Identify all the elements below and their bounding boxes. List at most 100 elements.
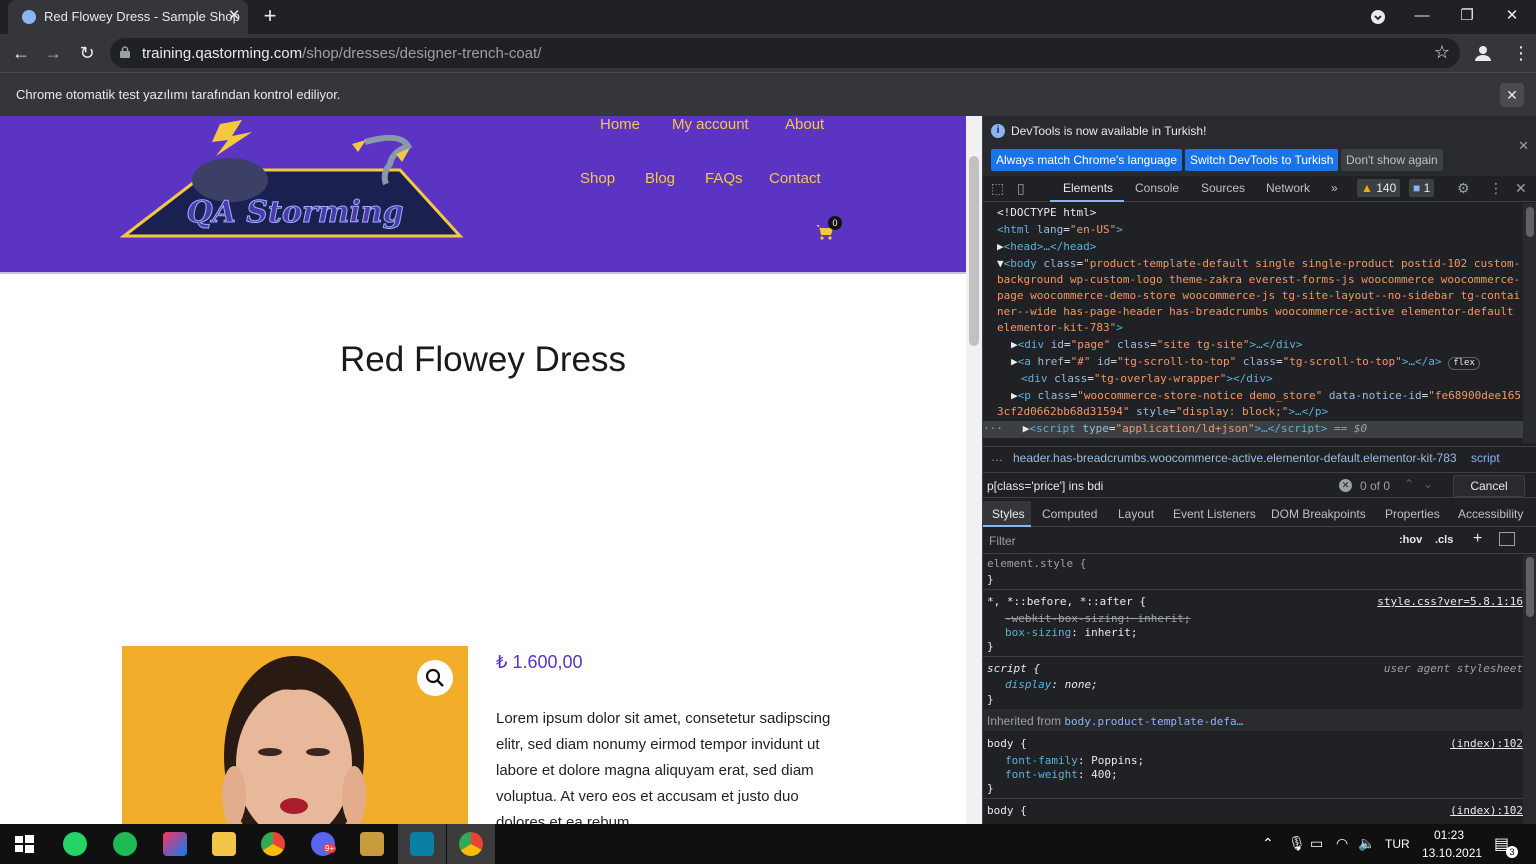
settings-gear-icon[interactable]: ⚙ [1457, 180, 1470, 197]
source-link-index-1[interactable]: (index):102 [1450, 737, 1523, 750]
rule-body-1[interactable]: body { [987, 737, 1027, 750]
discord-icon[interactable]: 9+ [311, 832, 337, 856]
intellij-icon[interactable] [163, 832, 187, 856]
wifi-icon[interactable]: ◠ [1336, 835, 1348, 852]
device-toggle-icon[interactable]: ▯ [1017, 180, 1025, 197]
menu-kebab-icon[interactable]: ⋮ [1508, 40, 1534, 66]
dom-node-body[interactable]: ▼<body class="product-template-default s… [997, 256, 1520, 273]
dom-node-script-selected[interactable]: ··· ▶<script type="application/ld+json">… [983, 421, 1523, 438]
source-link-index-2[interactable]: (index):102 [1450, 804, 1523, 817]
prop-font-family[interactable]: font-family: Poppins; [1005, 754, 1144, 767]
tab-elements[interactable]: Elements [1063, 181, 1113, 195]
subtab-event-listeners[interactable]: Event Listeners [1173, 507, 1256, 521]
windows-start-icon[interactable] [12, 832, 36, 856]
whatsapp-icon[interactable] [63, 832, 87, 856]
nav-about[interactable]: About [785, 116, 824, 133]
forward-arrow-icon[interactable]: → [40, 40, 66, 66]
nav-contact[interactable]: Contact [769, 170, 821, 187]
spotify-icon[interactable] [113, 832, 137, 856]
file-explorer-icon[interactable] [212, 832, 236, 856]
back-arrow-icon[interactable]: ← [8, 40, 34, 66]
new-style-rule-icon[interactable]: + [1473, 530, 1482, 548]
banner-close-icon[interactable]: ✕ [1518, 138, 1529, 154]
restore-icon[interactable]: ❐ [1455, 5, 1479, 29]
dom-search-input[interactable] [987, 476, 1323, 496]
new-tab-button[interactable]: + [258, 5, 282, 29]
chrome-active-icon[interactable] [459, 832, 483, 856]
switch-turkish-button[interactable]: Switch DevTools to Turkish [1185, 149, 1339, 171]
language-indicator[interactable]: TUR [1385, 837, 1410, 851]
cart-button[interactable]: 0 [816, 216, 842, 245]
page-scrollbar-thumb[interactable] [969, 156, 979, 346]
toggle-sidebar-icon[interactable] [1499, 532, 1515, 546]
warnings-badge[interactable]: ▲ 140 [1357, 179, 1401, 197]
more-tabs-icon[interactable]: » [1331, 181, 1338, 195]
prop-font-weight[interactable]: font-weight: 400; [1005, 768, 1118, 781]
product-image[interactable] [122, 646, 468, 824]
dom-node-a-scroll[interactable]: ▶<a href="#" id="tg-scroll-to-top" class… [1011, 354, 1480, 371]
dom-node-overlay[interactable]: <div class="tg-overlay-wrapper"></div> [1021, 371, 1273, 388]
league-client-icon[interactable] [360, 832, 384, 856]
close-tab-icon[interactable]: ✕ [224, 6, 244, 26]
subtab-computed[interactable]: Computed [1042, 507, 1097, 521]
styles-scrollbar[interactable] [1523, 555, 1536, 824]
league-game-icon[interactable] [410, 832, 434, 856]
microphone-icon[interactable]: 🎙 [1288, 835, 1306, 852]
profile-icon[interactable] [1470, 40, 1496, 66]
issues-badge[interactable]: ■ 1 [1409, 179, 1435, 197]
close-window-icon[interactable]: ✕ [1500, 5, 1524, 29]
address-bar[interactable]: training.qastorming.com/shop/dresses/des… [110, 38, 1460, 68]
nav-my-account[interactable]: My account [672, 116, 749, 133]
bookmark-star-icon[interactable]: ☆ [1434, 42, 1450, 63]
battery-icon[interactable]: ▭ [1310, 835, 1323, 852]
inherited-from-link[interactable]: body.product-template-defa… [1064, 715, 1243, 728]
subtab-styles[interactable]: Styles [992, 507, 1025, 521]
prop-webkit-box-sizing[interactable]: -webkit-box-sizing: inherit; [1005, 612, 1190, 625]
nav-home[interactable]: Home [600, 116, 640, 133]
prop-box-sizing[interactable]: box-sizing: inherit; [1005, 626, 1137, 639]
search-cancel-button[interactable]: Cancel [1453, 475, 1525, 497]
tab-search-icon[interactable] [1366, 5, 1390, 29]
nav-faqs[interactable]: FAQs [705, 170, 743, 187]
devtools-menu-icon[interactable]: ⋮ [1489, 180, 1503, 197]
cls-toggle[interactable]: .cls [1435, 534, 1453, 546]
infobar-close-button[interactable]: ✕ [1500, 83, 1524, 107]
styles-filter-input[interactable] [989, 532, 1289, 550]
hov-toggle[interactable]: :hov [1399, 534, 1422, 546]
search-next-icon[interactable]: ⌄ [1423, 477, 1433, 491]
browser-tab[interactable]: Red Flowey Dress - Sample Shop ✕ [8, 0, 248, 34]
match-language-button[interactable]: Always match Chrome's language [991, 149, 1183, 171]
dom-tree-scrollbar[interactable] [1523, 203, 1536, 443]
subtab-dom-breakpoints[interactable]: DOM Breakpoints [1271, 507, 1366, 521]
nav-blog[interactable]: Blog [645, 170, 675, 187]
tab-sources[interactable]: Sources [1201, 181, 1245, 195]
rule-universal-selector[interactable]: *, *::before, *::after { [987, 595, 1146, 608]
clear-search-icon[interactable]: ✕ [1339, 479, 1352, 492]
dom-node-html[interactable]: <html lang="en-US"> [997, 222, 1123, 239]
dom-node-div-page[interactable]: ▶<div id="page" class="site tg-site">…</… [1011, 337, 1302, 354]
chrome-icon[interactable] [261, 832, 285, 856]
zoom-button[interactable] [417, 660, 453, 696]
clock-date[interactable]: 13.10.2021 [1422, 846, 1482, 860]
dom-node-head[interactable]: ▶<head>…</head> [997, 239, 1096, 256]
nav-shop[interactable]: Shop [580, 170, 615, 187]
breadcrumb-item-header[interactable]: header.has-breadcrumbs.woocommerce-activ… [1013, 451, 1457, 465]
rule-element-style[interactable]: element.style { [987, 557, 1086, 570]
reload-icon[interactable]: ↻ [74, 40, 100, 66]
close-devtools-icon[interactable]: ✕ [1515, 180, 1527, 197]
tray-expand-icon[interactable]: ⌃ [1262, 835, 1274, 852]
subtab-accessibility[interactable]: Accessibility [1458, 507, 1523, 521]
dom-node-doctype[interactable]: <!DOCTYPE html> [997, 205, 1096, 222]
volume-icon[interactable]: 🔈 [1358, 835, 1375, 852]
clock-time[interactable]: 01:23 [1434, 828, 1464, 842]
inspect-element-icon[interactable]: ⬚ [991, 180, 1004, 197]
search-prev-icon[interactable]: ⌃ [1404, 477, 1414, 491]
dont-show-again-button[interactable]: Don't show again [1341, 149, 1443, 171]
subtab-layout[interactable]: Layout [1118, 507, 1154, 521]
subtab-properties[interactable]: Properties [1385, 507, 1440, 521]
page-scrollbar[interactable] [966, 116, 982, 824]
source-link-style-css[interactable]: style.css?ver=5.8.1:16 [1377, 595, 1523, 608]
minimize-icon[interactable]: — [1410, 5, 1434, 29]
tab-console[interactable]: Console [1135, 181, 1179, 195]
dom-node-p-notice[interactable]: ▶<p class="woocommerce-store-notice demo… [1011, 388, 1521, 405]
